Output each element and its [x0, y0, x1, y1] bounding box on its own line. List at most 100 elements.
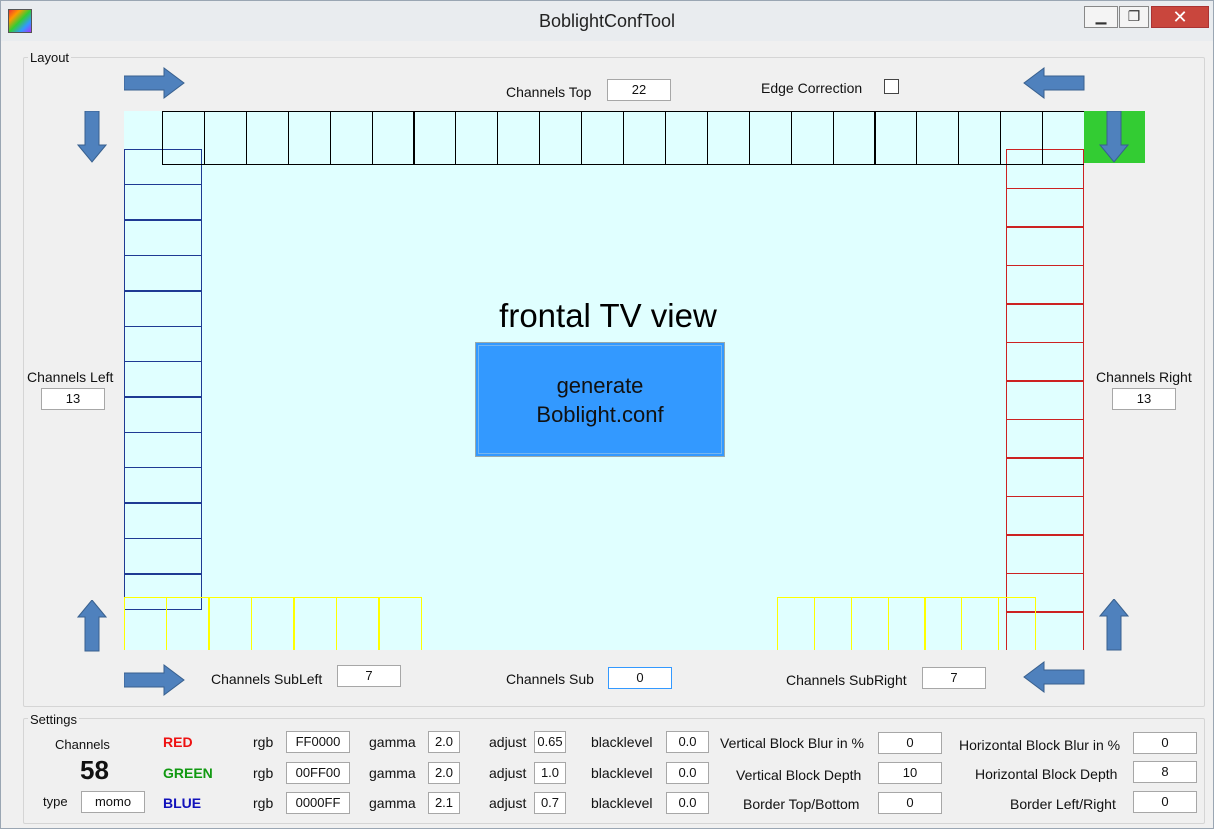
vertical-blur-label: Vertical Block Blur in %: [720, 735, 864, 751]
channel-cell-top: [581, 111, 624, 165]
channel-cell-subright: [777, 597, 815, 650]
channel-cell-left: [124, 432, 202, 468]
channels-left-label: Channels Left: [27, 369, 114, 385]
blacklevel-label: blacklevel: [591, 765, 653, 781]
adjust-label: adjust: [489, 765, 527, 781]
horizontal-depth-label: Horizontal Block Depth: [975, 766, 1118, 782]
gamma-input[interactable]: 2.0: [428, 762, 460, 784]
channel-cell-top: [916, 111, 959, 165]
channel-cell-top: [791, 111, 834, 165]
channel-cell-top: [623, 111, 666, 165]
channel-cell-subleft: [124, 597, 167, 650]
channel-cell-top: [413, 111, 456, 165]
channel-cell-right: [1006, 380, 1084, 420]
arrow-right-icon: [124, 664, 185, 696]
adjust-input[interactable]: 0.65: [534, 731, 566, 753]
settings-group-title: Settings: [28, 712, 79, 727]
gamma-input[interactable]: 2.0: [428, 731, 460, 753]
generate-button-face: generate Boblight.conf: [478, 345, 722, 454]
layout-group-title: Layout: [28, 50, 72, 65]
gamma-label: gamma: [369, 795, 416, 811]
adjust-label: adjust: [489, 734, 527, 750]
edge-correction-label: Edge Correction: [761, 80, 863, 96]
arrow-down-icon: [1099, 111, 1129, 163]
channel-cell-right: [1006, 496, 1084, 536]
blacklevel-label: blacklevel: [591, 795, 653, 811]
channels-subright-label: Channels SubRight: [786, 672, 907, 688]
window-title: BoblightConfTool: [538, 11, 676, 31]
arrow-up-icon: [77, 600, 107, 652]
channel-cell-top: [497, 111, 540, 165]
channels-sub-input[interactable]: 0: [608, 667, 672, 689]
rgb-label: rgb: [253, 734, 274, 750]
rgb-input[interactable]: 0000FF: [286, 792, 350, 814]
channels-subright-input[interactable]: 7: [922, 667, 986, 689]
channel-cell-left: [124, 467, 202, 503]
rgb-label: rgb: [253, 795, 274, 811]
channel-cell-top: [372, 111, 415, 165]
arrow-right-icon: [124, 67, 185, 99]
color-name-label: GREEN: [163, 765, 213, 781]
channel-cell-top: [330, 111, 373, 165]
blacklevel-input[interactable]: 0.0: [666, 731, 709, 753]
adjust-input[interactable]: 1.0: [534, 762, 566, 784]
adjust-label: adjust: [489, 795, 527, 811]
generate-button-line1: generate: [556, 372, 644, 398]
color-name-label: BLUE: [163, 795, 202, 811]
channels-left-input[interactable]: 13: [41, 388, 105, 410]
generate-config-button[interactable]: generate Boblight.conf: [475, 342, 725, 457]
channel-cell-right: [1006, 342, 1084, 382]
channel-cell-subleft: [251, 597, 294, 650]
adjust-input[interactable]: 0.7: [534, 792, 566, 814]
channel-cell-top: [455, 111, 498, 165]
blacklevel-input[interactable]: 0.0: [666, 762, 709, 784]
type-input[interactable]: momo: [81, 791, 145, 813]
channel-cell-top: [288, 111, 331, 165]
channel-cell-right: [1006, 226, 1084, 266]
channels-subleft-input[interactable]: 7: [337, 665, 401, 687]
channel-cell-left: [124, 503, 202, 539]
gamma-input[interactable]: 2.1: [428, 792, 460, 814]
channels-top-input[interactable]: 22: [607, 79, 671, 101]
vertical-blur-input[interactable]: 0: [878, 732, 942, 754]
rgb-input[interactable]: FF0000: [286, 731, 350, 753]
title-bar[interactable]: BoblightConfTool ▁ ❐ ✕: [1, 1, 1213, 41]
blacklevel-input[interactable]: 0.0: [666, 792, 709, 814]
channel-cell-left: [124, 361, 202, 397]
type-label: type: [43, 794, 68, 809]
channels-sub-label: Channels Sub: [506, 671, 594, 687]
channel-cell-top: [204, 111, 247, 165]
horizontal-depth-input[interactable]: 8: [1133, 761, 1197, 783]
horizontal-blur-input[interactable]: 0: [1133, 732, 1197, 754]
tv-view-title: frontal TV view: [499, 297, 717, 334]
blacklevel-label: blacklevel: [591, 734, 653, 750]
channel-cell-top: [1042, 111, 1084, 165]
border-top-bottom-input[interactable]: 0: [878, 792, 942, 814]
edge-correction-checkbox[interactable]: [884, 79, 899, 94]
channel-cell-subleft: [166, 597, 209, 650]
channel-cell-top: [707, 111, 750, 165]
channels-top-label: Channels Top: [506, 84, 592, 100]
channel-cell-subleft: [379, 597, 422, 650]
channel-cell-subright: [888, 597, 926, 650]
close-button[interactable]: ✕: [1151, 6, 1209, 28]
vertical-depth-label: Vertical Block Depth: [736, 767, 862, 783]
channel-cell-top: [833, 111, 876, 165]
rgb-input[interactable]: 00FF00: [286, 762, 350, 784]
color-name-label: RED: [163, 734, 193, 750]
channels-right-input[interactable]: 13: [1112, 388, 1176, 410]
arrow-down-icon: [77, 111, 107, 163]
channel-cell-top: [874, 111, 917, 165]
vertical-depth-input[interactable]: 10: [878, 762, 942, 784]
minimize-button[interactable]: ▁: [1084, 6, 1118, 28]
channel-cell-right: [1006, 534, 1084, 574]
border-left-right-input[interactable]: 0: [1133, 791, 1197, 813]
channel-cell-left: [124, 184, 202, 220]
channel-cell-subleft: [294, 597, 337, 650]
maximize-button[interactable]: ❐: [1119, 6, 1149, 28]
gamma-label: gamma: [369, 765, 416, 781]
horizontal-blur-label: Horizontal Block Blur in %: [959, 737, 1121, 753]
channel-cell-top: [1000, 111, 1043, 165]
rgb-label: rgb: [253, 765, 274, 781]
channel-cell-top: [665, 111, 708, 165]
